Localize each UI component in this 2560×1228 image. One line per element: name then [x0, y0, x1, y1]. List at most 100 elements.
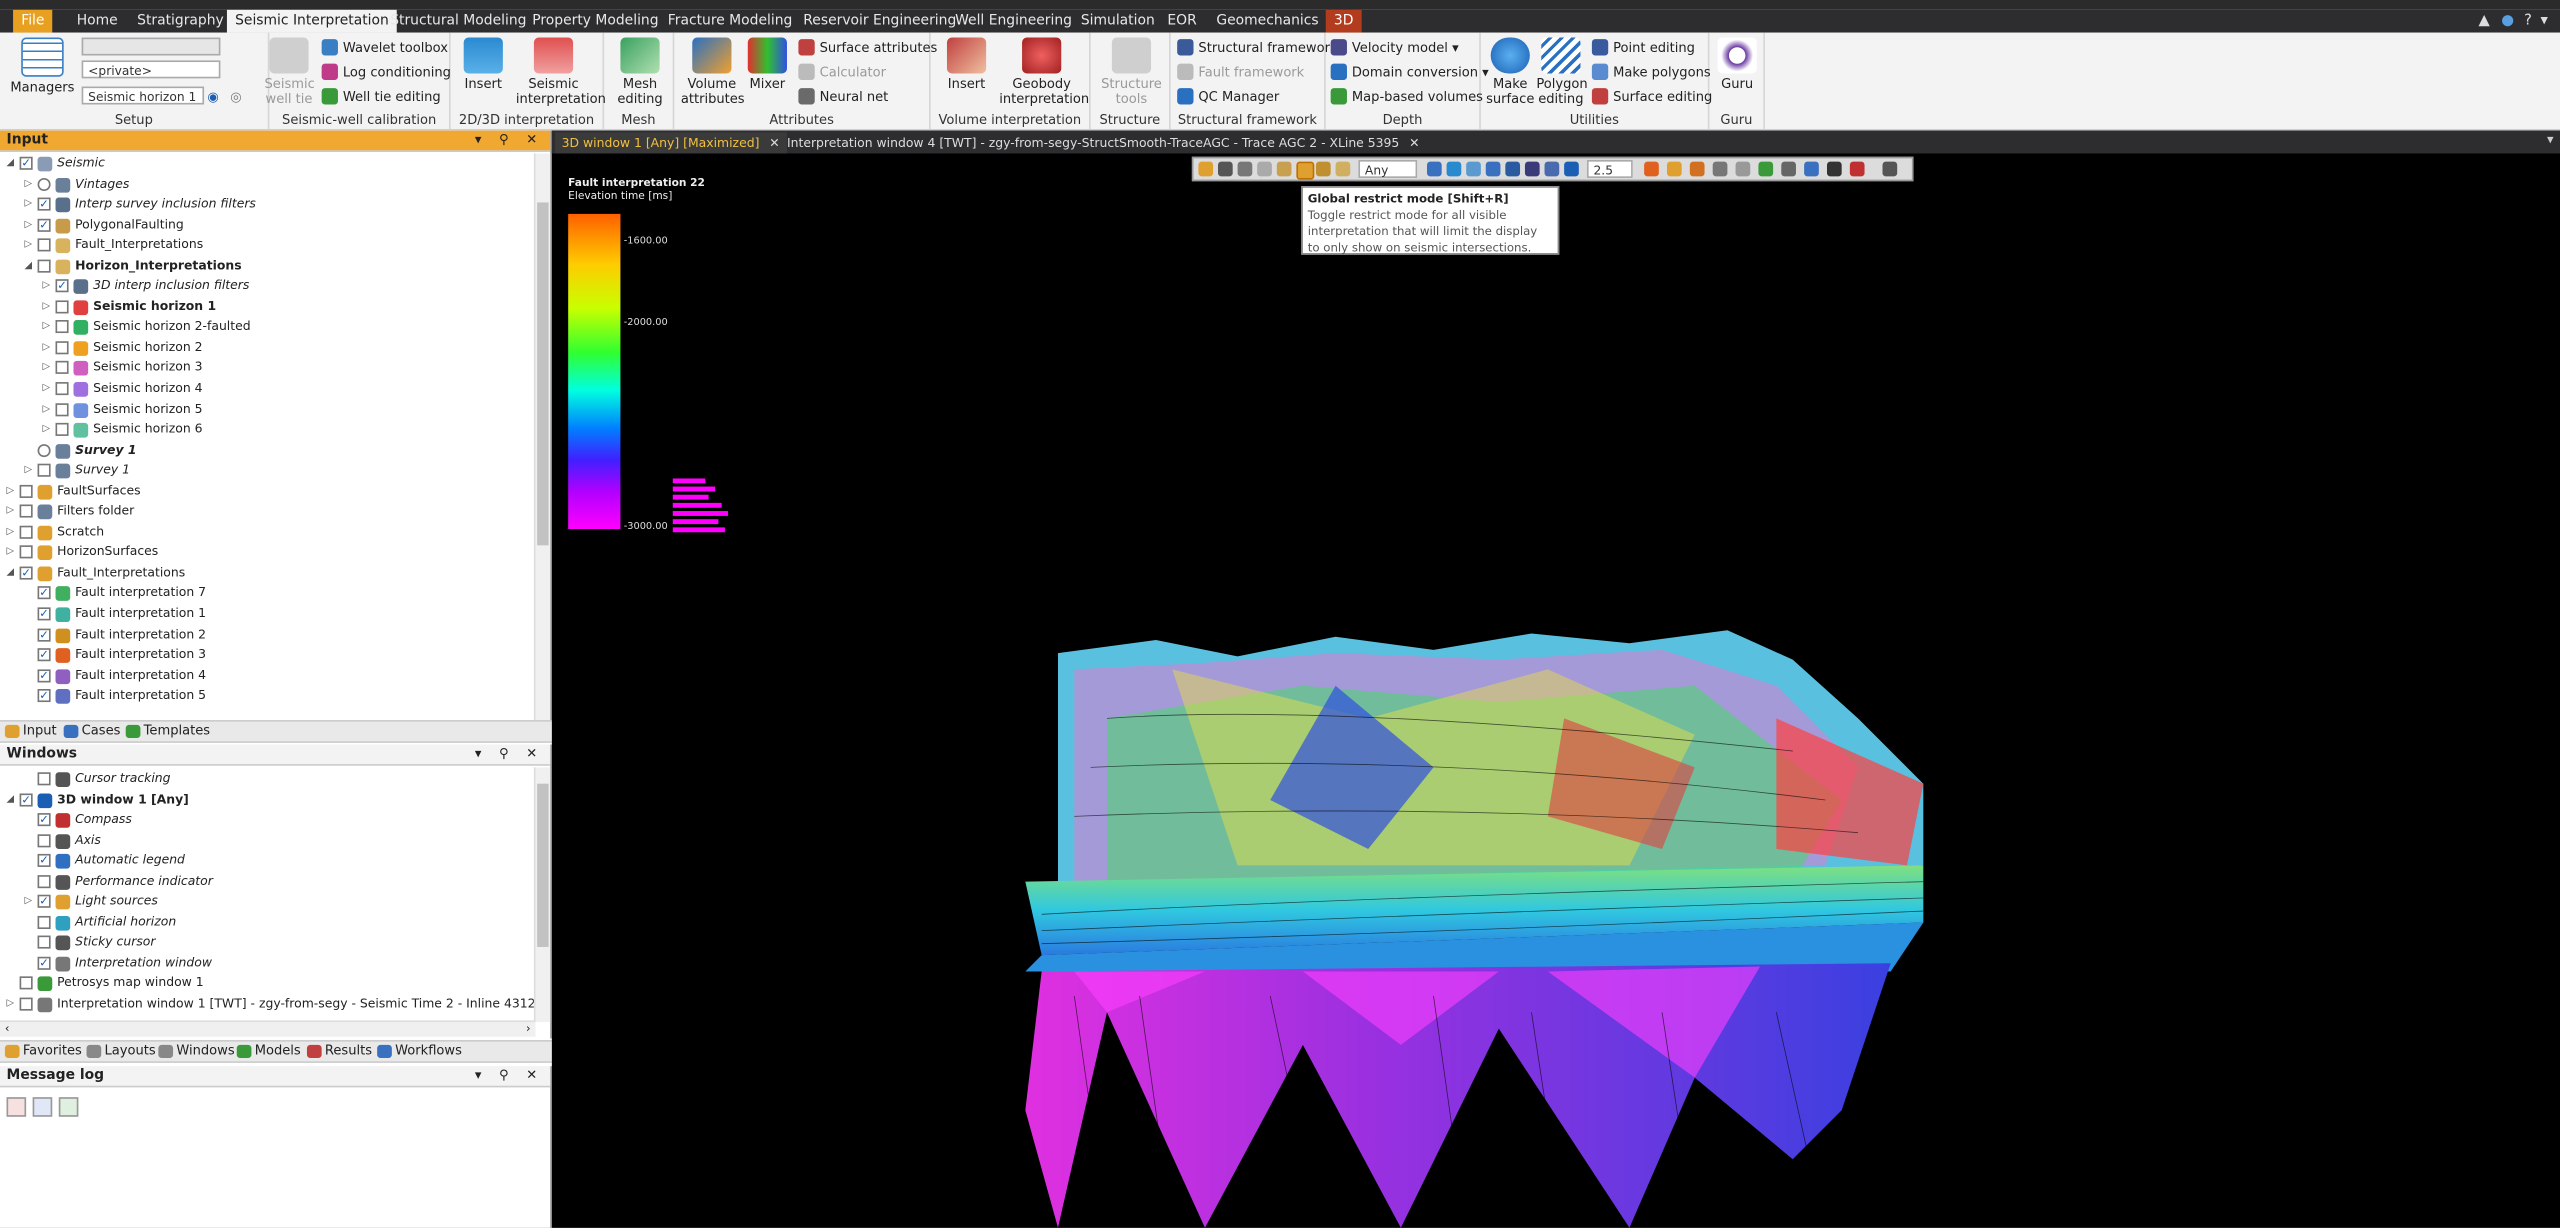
tree-item-fault-interpretation-7[interactable]: ✓ Fault interpretation 7	[0, 584, 536, 604]
guru-button[interactable]: Guru	[1713, 37, 1762, 91]
volume-insert-button[interactable]: Insert	[937, 37, 996, 91]
tree-item-sticky-cursor[interactable]: Sticky cursor	[0, 933, 536, 953]
visibility-checkbox[interactable]	[19, 525, 33, 539]
tree-item-polygonalfaulting[interactable]: ▷ ✓ PolygonalFaulting	[0, 215, 536, 235]
tree-item-faultsurfaces[interactable]: ▷ FaultSurfaces	[0, 481, 536, 501]
visibility-checkbox[interactable]	[19, 504, 33, 519]
view-all-icon[interactable]	[1446, 161, 1462, 177]
windows-hscrollbar[interactable]: ‹ ›	[0, 1020, 536, 1037]
visibility-checkbox[interactable]	[37, 238, 51, 252]
tab-reservoir-engineering[interactable]: Reservoir Engineering	[795, 10, 964, 33]
tab-property-modeling[interactable]: Property Modeling	[524, 10, 667, 33]
structure-tools-button[interactable]: Structure tools	[1097, 37, 1166, 106]
tree-item-scratch[interactable]: ▷ Scratch	[0, 522, 536, 542]
windows-scrollbar[interactable]	[533, 767, 551, 1023]
private-combo[interactable]: <private>	[81, 60, 221, 79]
tree-item-seismic[interactable]: ◢ ✓ Seismic	[0, 153, 536, 173]
stop-icon[interactable]	[1849, 161, 1865, 177]
expand-icon[interactable]: ▷	[42, 358, 52, 378]
input-scroll-thumb[interactable]	[537, 202, 549, 546]
point-editing-button[interactable]: Point editing	[1591, 38, 1695, 59]
tab-layouts[interactable]: Layouts	[85, 1042, 156, 1062]
well-tie-editing-button[interactable]: Well tie editing	[321, 87, 441, 108]
expand-icon[interactable]: ▷	[42, 338, 52, 358]
visibility-checkbox[interactable]: ✓	[37, 648, 51, 662]
tab-3d-window-1[interactable]: 3D window 1 [Any] [Maximized] ✕	[555, 132, 787, 154]
expand-icon[interactable]: ▷	[24, 215, 34, 235]
windows-scroll-thumb[interactable]	[537, 783, 549, 947]
polygon-editing-button[interactable]: Polygon editing	[1536, 37, 1588, 106]
visibility-checkbox[interactable]	[37, 177, 51, 191]
tree-item-survey-1[interactable]: ▷ Survey 1	[0, 461, 536, 481]
3d-viewport[interactable]: 3D window 1 [Any] [Maximized] ✕ Interpret…	[551, 130, 2560, 1228]
managers-button[interactable]: Managers	[10, 37, 75, 95]
expand-icon[interactable]: ▷	[7, 994, 17, 1014]
visibility-checkbox[interactable]	[37, 936, 51, 950]
visibility-checkbox[interactable]: ✓	[37, 218, 51, 232]
visibility-checkbox[interactable]	[55, 341, 69, 355]
input-scrollbar[interactable]	[533, 153, 551, 721]
expand-icon[interactable]: ▷	[42, 297, 52, 317]
tree-item-seismic-horizon-2[interactable]: ▷ Seismic horizon 2	[0, 338, 536, 358]
tree-item-artificial-horizon[interactable]: Artificial horizon	[0, 912, 536, 932]
visibility-checkbox[interactable]: ✓	[55, 279, 69, 293]
layout-combo[interactable]	[81, 37, 221, 56]
tree-item-axis[interactable]: Axis	[0, 830, 536, 850]
axis-toggle-icon[interactable]	[1781, 161, 1796, 177]
expand-icon[interactable]: ▷	[42, 317, 52, 337]
zscale-icon[interactable]	[1544, 161, 1560, 177]
tree-item-fault-interpretation-5[interactable]: ✓ Fault interpretation 5	[0, 686, 536, 706]
clear-log-icon[interactable]	[6, 1097, 27, 1117]
measure-icon[interactable]	[1735, 161, 1751, 177]
copy-log-icon[interactable]	[32, 1097, 53, 1117]
tab-fracture-modeling[interactable]: Fracture Modeling	[660, 10, 801, 33]
save-log-icon[interactable]	[58, 1097, 79, 1117]
window-icon[interactable]	[1804, 161, 1819, 177]
tree-item-interpretation-window-1-twt-zgy-from-segy-seismic-time-2-inline-4312[interactable]: ▷ Interpretation window 1 [TWT] - zgy-fro…	[0, 994, 536, 1014]
make-surface-button[interactable]: Make surface	[1484, 37, 1536, 106]
expand-icon[interactable]: ▷	[42, 379, 52, 399]
visibility-checkbox[interactable]	[55, 361, 69, 375]
collapse-icon[interactable]: ◢	[7, 153, 17, 173]
visibility-checkbox[interactable]	[37, 915, 51, 929]
tree-item-vintages[interactable]: ▷ Vintages	[0, 174, 536, 194]
tab-file[interactable]: File	[13, 9, 53, 33]
camera-icon[interactable]	[1505, 161, 1521, 177]
expand-icon[interactable]: ▷	[24, 194, 34, 214]
visibility-checkbox[interactable]	[37, 772, 51, 786]
tree-item-compass[interactable]: ✓ Compass	[0, 810, 536, 830]
hide-icon[interactable]	[1257, 161, 1272, 177]
tab-structural-modeling[interactable]: Structural Modeling	[382, 10, 535, 33]
visibility-checkbox[interactable]: ✓	[37, 689, 51, 703]
visibility-checkbox[interactable]: ✓	[37, 627, 51, 641]
visibility-checkbox[interactable]: ✓	[19, 156, 33, 170]
neural-net-button[interactable]: Neural net	[798, 87, 888, 108]
tab-input[interactable]: Input	[3, 722, 57, 742]
player-icon[interactable]	[1666, 161, 1682, 177]
pin-icon[interactable]	[1882, 161, 1898, 177]
visibility-checkbox[interactable]	[37, 443, 51, 457]
surface-editing-button[interactable]: Surface editing	[1591, 87, 1712, 108]
animate-icon[interactable]	[1689, 161, 1705, 177]
surface-attributes-button[interactable]: Surface attributes	[798, 38, 937, 59]
calculator-button[interactable]: Calculator	[798, 62, 886, 83]
tab-geomechanics[interactable]: Geomechanics	[1208, 10, 1327, 33]
visibility-checkbox[interactable]	[55, 382, 69, 396]
horizon-combo[interactable]: Seismic horizon 1	[81, 86, 205, 105]
seismic-interpretation-button[interactable]: Seismic interpretation	[516, 37, 606, 106]
tab-cases[interactable]: Cases	[62, 722, 120, 742]
visibility-checkbox[interactable]	[55, 320, 69, 334]
tab-favorites[interactable]: Favorites	[3, 1042, 82, 1062]
restrict-icon[interactable]	[1276, 161, 1292, 177]
tree-item-survey-1[interactable]: Survey 1	[0, 440, 536, 460]
tree-item-seismic-horizon-3[interactable]: ▷ Seismic horizon 3	[0, 358, 536, 378]
tab-eor[interactable]: EOR	[1159, 10, 1205, 33]
tab-stratigraphy[interactable]: Stratigraphy	[129, 10, 232, 33]
tree-item-filters-folder[interactable]: ▷ Filters folder	[0, 502, 536, 522]
tree-item-horizon-interpretations[interactable]: ◢ Horizon_Interpretations	[0, 256, 536, 276]
orient-icon[interactable]	[1485, 161, 1501, 177]
global-restrict-icon[interactable]	[1296, 161, 1315, 180]
tree-item-seismic-horizon-6[interactable]: ▷ Seismic horizon 6	[0, 420, 536, 440]
tree-item-seismic-horizon-1[interactable]: ▷ Seismic horizon 1	[0, 297, 536, 317]
mesh-editing-button[interactable]: Mesh editing	[611, 37, 670, 106]
